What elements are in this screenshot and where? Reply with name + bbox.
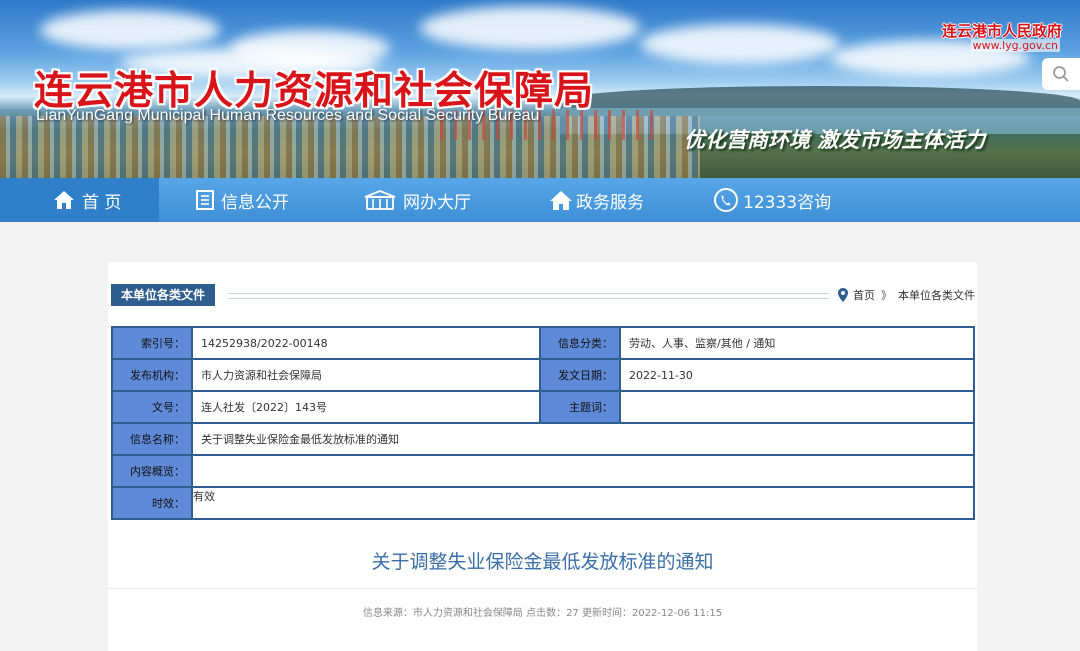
publisher-label: 发布机构： (111, 358, 193, 392)
cloud-decoration (420, 6, 640, 50)
nav-item-info[interactable]: 信息公开 (159, 178, 329, 222)
subject-value (619, 390, 975, 424)
info-table: 索引号： 14252938/2022-00148 信息分类： 劳动、人事、监察/… (111, 326, 975, 520)
index-label: 索引号： (111, 326, 193, 360)
main-nav: 首 页 信息公开 网办大厅 政务服务 12333咨询 (0, 178, 1080, 222)
article-title: 关于调整失业保险金最低发放标准的通知 (371, 551, 714, 573)
nav-item-hall[interactable]: 网办大厅 (329, 178, 513, 222)
table-row: 信息名称： 关于调整失业保险金最低发放标准的通知 (111, 422, 975, 456)
document-icon (195, 189, 215, 211)
site-subtitle-en: LianYunGang Municipal Human Resources an… (36, 107, 540, 124)
article-divider (108, 588, 977, 589)
section-heading: 本单位各类文件 (111, 284, 216, 306)
table-row: 索引号： 14252938/2022-00148 信息分类： 劳动、人事、监察/… (111, 326, 975, 360)
nav-item-home[interactable]: 首 页 (0, 178, 159, 222)
nav-label: 政务服务 (576, 192, 644, 213)
validity-label: 时效： (111, 486, 193, 520)
name-label: 信息名称： (111, 422, 193, 456)
date-value: 2022-11-30 (619, 358, 975, 392)
publisher-value: 市人力资源和社会保障局 (191, 358, 541, 392)
phone-icon (713, 187, 739, 213)
gov-link-url[interactable]: www.lyg.gov.cn (970, 39, 1060, 52)
nav-label: 网办大厅 (403, 192, 471, 213)
header-banner: 连云港市人力资源和社会保障局 LianYunGang Municipal Hum… (0, 0, 1080, 178)
article-meta: 信息来源：市人力资源和社会保障局 点击数：27 更新时间：2022-12-06 … (362, 608, 723, 619)
building-icon (363, 189, 397, 211)
nav-label: 12333咨询 (743, 192, 832, 213)
slogan: 优化营商环境 激发市场主体活力 (684, 128, 986, 152)
content-panel: 本单位各类文件 首页 》 本单位各类文件 索引号： 14252938/2022-… (108, 262, 977, 651)
subject-label: 主题词： (539, 390, 621, 424)
index-value: 14252938/2022-00148 (191, 326, 541, 360)
search-button[interactable] (1042, 58, 1080, 90)
cloud-decoration (640, 24, 840, 64)
table-row: 文号： 连人社发〔2022〕143号 主题词： (111, 390, 975, 424)
nav-item-service[interactable]: 政务服务 (513, 178, 713, 222)
nav-label: 首 页 (82, 192, 122, 213)
search-icon (1053, 66, 1069, 82)
nav-item-consult[interactable]: 12333咨询 (713, 178, 913, 222)
nav-label: 信息公开 (221, 192, 289, 213)
summary-value (191, 454, 975, 488)
breadcrumb-separator: 》 (881, 289, 892, 302)
docno-label: 文号： (111, 390, 193, 424)
docno-value: 连人社发〔2022〕143号 (191, 390, 541, 424)
section-divider (228, 293, 829, 299)
table-row: 内容概览： (111, 454, 975, 488)
table-row: 时效： 有效 (111, 486, 975, 520)
table-row: 发布机构： 市人力资源和社会保障局 发文日期： 2022-11-30 (111, 358, 975, 392)
category-value: 劳动、人事、监察/其他 / 通知 (619, 326, 975, 360)
breadcrumb-current[interactable]: 本单位各类文件 (898, 287, 975, 303)
house-icon (548, 189, 574, 211)
home-icon (52, 189, 76, 211)
name-value: 关于调整失业保险金最低发放标准的通知 (191, 422, 975, 456)
breadcrumb: 首页 》 本单位各类文件 (838, 287, 975, 303)
validity-value: 有效 (191, 486, 975, 520)
cloud-decoration (40, 10, 220, 50)
gov-link-name[interactable]: 连云港市人民政府 (942, 20, 1062, 41)
breadcrumb-home[interactable]: 首页 (853, 287, 875, 303)
date-label: 发文日期： (539, 358, 621, 392)
category-label: 信息分类： (539, 326, 621, 360)
summary-label: 内容概览： (111, 454, 193, 488)
location-pin-icon (838, 288, 848, 302)
